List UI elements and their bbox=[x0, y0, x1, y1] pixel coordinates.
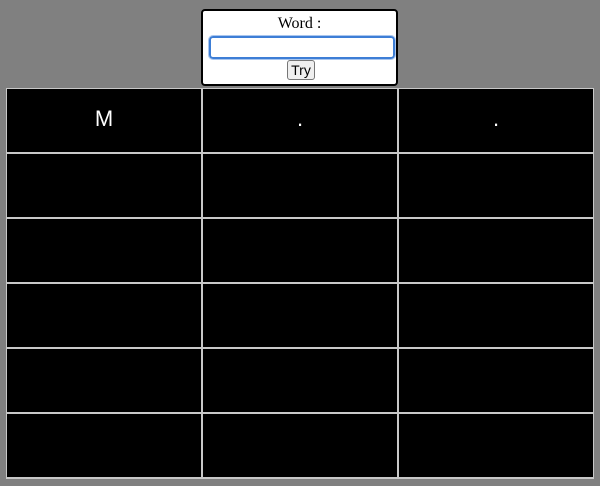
grid-cell bbox=[203, 154, 397, 217]
grid-cell: . bbox=[203, 89, 397, 152]
grid-cell: . bbox=[399, 89, 593, 152]
grid-cell bbox=[7, 284, 201, 347]
grid-cell bbox=[7, 414, 201, 477]
grid-cell bbox=[399, 154, 593, 217]
grid-cell bbox=[203, 219, 397, 282]
word-grid: M . . bbox=[6, 88, 594, 479]
try-button[interactable]: Try bbox=[287, 60, 315, 80]
grid-cell bbox=[7, 349, 201, 412]
word-input[interactable] bbox=[208, 35, 396, 60]
grid-cell bbox=[399, 219, 593, 282]
grid-cell bbox=[399, 349, 593, 412]
grid-cell bbox=[203, 414, 397, 477]
grid-cell bbox=[203, 349, 397, 412]
grid-cell bbox=[399, 284, 593, 347]
grid-cell: M bbox=[7, 89, 201, 152]
grid-cell bbox=[203, 284, 397, 347]
grid-cell bbox=[7, 219, 201, 282]
word-form: Word : Try bbox=[201, 9, 398, 86]
grid-cell bbox=[7, 154, 201, 217]
word-label: Word : bbox=[277, 15, 322, 32]
grid-cell bbox=[399, 414, 593, 477]
